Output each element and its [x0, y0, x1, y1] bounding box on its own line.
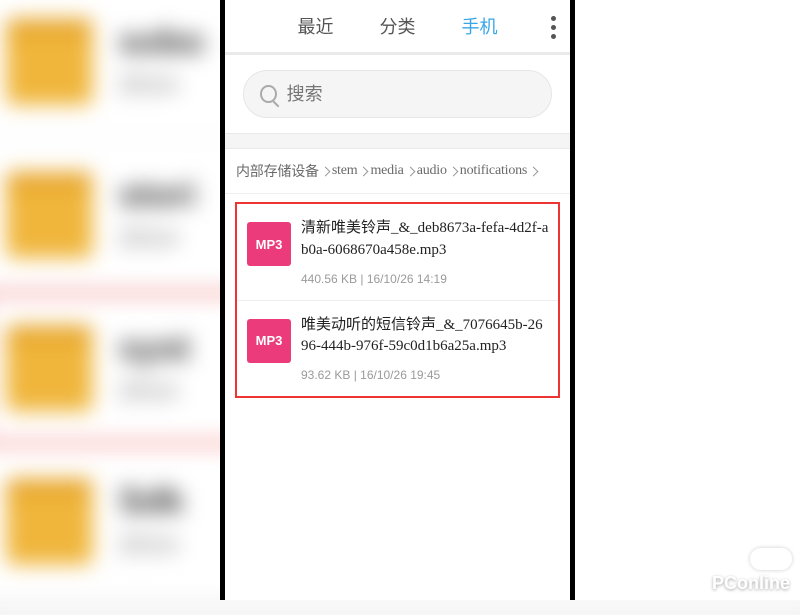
- highlighted-file-list: MP3 清新唯美铃声_&_deb8673a-fefa-4d2f-ab0a-606…: [235, 202, 560, 398]
- folder-icon: [6, 478, 92, 564]
- section-separator: [225, 133, 570, 149]
- top-tabs: 最近 分类 手机: [225, 0, 570, 55]
- chevron-right-icon: [359, 166, 369, 176]
- file-meta: 440.56 KB | 16/10/26 14:19: [301, 272, 550, 286]
- file-type-badge: MP3: [247, 222, 291, 266]
- file-row[interactable]: MP3 唯美动听的短信铃声_&_7076645b-2696-444b-976f-…: [237, 300, 558, 397]
- chevron-right-icon: [448, 166, 458, 176]
- tab-category[interactable]: 分类: [374, 0, 422, 52]
- chevron-right-icon: [529, 166, 539, 176]
- crumb-seg[interactable]: media: [369, 163, 404, 179]
- folder-icon: [6, 325, 92, 411]
- chevron-right-icon: [405, 166, 415, 176]
- tab-recent[interactable]: 最近: [292, 0, 340, 52]
- search-icon: [260, 85, 277, 103]
- search-bar: [225, 55, 570, 133]
- folder-icon: [6, 18, 92, 104]
- file-type-badge: MP3: [247, 319, 291, 363]
- chevron-right-icon: [320, 166, 330, 176]
- watermark-badge: [750, 548, 792, 570]
- file-row[interactable]: MP3 清新唯美铃声_&_deb8673a-fefa-4d2f-ab0a-606…: [237, 204, 558, 300]
- crumb-seg[interactable]: stem: [331, 163, 359, 179]
- file-name: 清新唯美铃声_&_deb8673a-fefa-4d2f-ab0a-6068670…: [301, 218, 550, 262]
- search-input[interactable]: [287, 84, 535, 105]
- more-menu-icon[interactable]: [551, 0, 556, 55]
- crumb-seg[interactable]: 内部存储设备: [235, 161, 320, 181]
- crumb-seg[interactable]: notifications: [459, 163, 528, 179]
- watermark: PConline: [712, 573, 790, 594]
- tab-phone[interactable]: 手机: [456, 0, 504, 52]
- file-name: 唯美动听的短信铃声_&_7076645b-2696-444b-976f-59c0…: [301, 315, 550, 359]
- file-meta: 93.62 KB | 16/10/26 19:45: [301, 368, 550, 382]
- breadcrumb[interactable]: 内部存储设备 stem media audio notifications: [225, 149, 570, 194]
- folder-icon: [6, 171, 92, 257]
- crumb-seg[interactable]: audio: [416, 163, 448, 179]
- phone-frame: 最近 分类 手机 内部存储设备 stem media audio notific…: [220, 0, 575, 600]
